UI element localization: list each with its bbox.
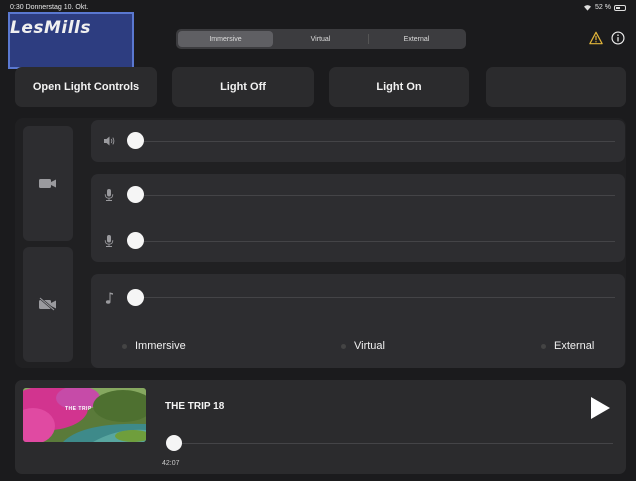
status-right-group: 52 % xyxy=(583,4,626,11)
video-camera-off-icon xyxy=(39,297,56,311)
playback-time: 42:07 xyxy=(162,460,180,467)
wifi-icon xyxy=(584,5,592,11)
source-option-external[interactable]: External xyxy=(541,340,594,352)
mic1-slider-track[interactable] xyxy=(135,195,615,196)
radio-dot xyxy=(541,343,546,349)
video-camera-icon xyxy=(39,179,56,188)
info-icon[interactable] xyxy=(611,31,625,45)
tab-immersive[interactable]: Immersive xyxy=(178,31,273,47)
empty-control-button[interactable] xyxy=(486,67,626,107)
now-playing-bar: THE TRIP THE TRIP 18 42:07 xyxy=(15,380,626,474)
mic2-slider-track[interactable] xyxy=(135,241,615,242)
radio-dot xyxy=(341,343,346,349)
volume-slider-track[interactable] xyxy=(135,141,615,142)
speaker-icon xyxy=(104,136,115,146)
source-option-virtual[interactable]: Virtual xyxy=(341,340,385,352)
source-option-label: External xyxy=(554,340,595,352)
volume-slider-knob[interactable] xyxy=(127,132,144,149)
music-note-icon xyxy=(105,292,113,304)
open-light-controls-button[interactable]: Open Light Controls xyxy=(15,67,157,107)
playback-progress-knob[interactable] xyxy=(166,435,182,451)
mic2-slider-knob[interactable] xyxy=(127,232,144,249)
mode-segmented-control: Immersive Virtual External xyxy=(176,29,466,49)
microphone-card xyxy=(91,174,625,262)
release-thumbnail: THE TRIP xyxy=(23,388,146,442)
camera-off-tile[interactable] xyxy=(23,247,73,362)
volume-card xyxy=(91,120,625,162)
microphone-icon xyxy=(104,189,114,201)
battery-icon xyxy=(614,4,626,11)
battery-percent: 52 % xyxy=(595,4,611,11)
light-off-button[interactable]: Light Off xyxy=(172,67,314,107)
mic1-slider-knob[interactable] xyxy=(127,186,144,203)
music-slider-track[interactable] xyxy=(135,297,615,298)
source-option-immersive[interactable]: Immersive xyxy=(122,340,186,352)
play-icon[interactable] xyxy=(589,396,611,420)
source-option-label: Immersive xyxy=(135,340,186,352)
tab-external[interactable]: External xyxy=(369,31,464,47)
status-time-date: 0:30 Donnerstag 10. Okt. xyxy=(10,4,89,11)
playback-progress-track[interactable] xyxy=(175,443,613,444)
microphone-icon xyxy=(104,235,114,247)
release-artwork xyxy=(23,388,146,442)
les-mills-logo: LesMills xyxy=(10,18,91,38)
music-slider-knob[interactable] xyxy=(127,289,144,306)
music-card xyxy=(91,274,625,368)
warning-icon[interactable] xyxy=(589,31,603,45)
light-on-button[interactable]: Light On xyxy=(329,67,469,107)
track-title: THE TRIP 18 xyxy=(165,401,225,412)
source-option-label: Virtual xyxy=(354,340,385,352)
thumbnail-label: THE TRIP xyxy=(65,406,92,412)
tab-virtual[interactable]: Virtual xyxy=(273,31,368,47)
radio-dot xyxy=(122,343,127,349)
camera-on-tile[interactable] xyxy=(23,126,73,241)
